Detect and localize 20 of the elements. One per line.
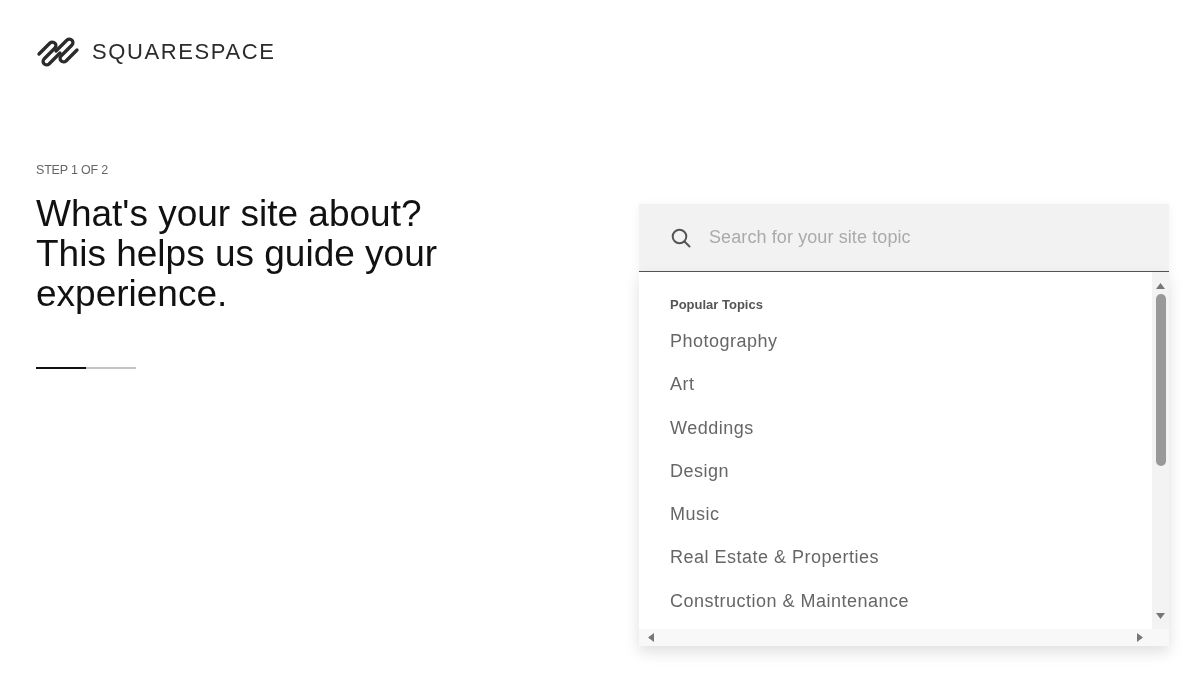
- page-heading: What's your site about? This helps us guide your experience.: [36, 194, 439, 314]
- brand-name: SQUARESPACE: [92, 40, 276, 63]
- topic-option[interactable]: Real Estate & Properties: [670, 536, 880, 580]
- section-heading: Popular Topics: [670, 296, 764, 314]
- step-label: STEP 1 OF 2: [36, 163, 108, 177]
- search-icon: [671, 227, 691, 248]
- scroll-left-arrow-icon[interactable]: [648, 633, 654, 642]
- topic-option[interactable]: Music: [670, 493, 720, 537]
- topic-option[interactable]: Design: [670, 449, 730, 494]
- scroll-up-arrow-icon[interactable]: [1156, 283, 1165, 289]
- scroll-down-arrow-icon[interactable]: [1156, 613, 1165, 619]
- topic-option[interactable]: Construction & Maintenance: [670, 579, 910, 624]
- scrollbar-thumb[interactable]: [1155, 294, 1166, 466]
- logo-icon: [36, 34, 80, 69]
- topic-option[interactable]: Weddings: [670, 406, 754, 450]
- topic-option[interactable]: Art: [670, 363, 695, 407]
- search-input[interactable]: Search for your site topic: [709, 224, 1149, 251]
- scroll-right-arrow-icon[interactable]: [1137, 633, 1143, 642]
- topic-option[interactable]: Photography: [670, 320, 778, 364]
- search-field[interactable]: Search for your site topic: [639, 204, 1169, 272]
